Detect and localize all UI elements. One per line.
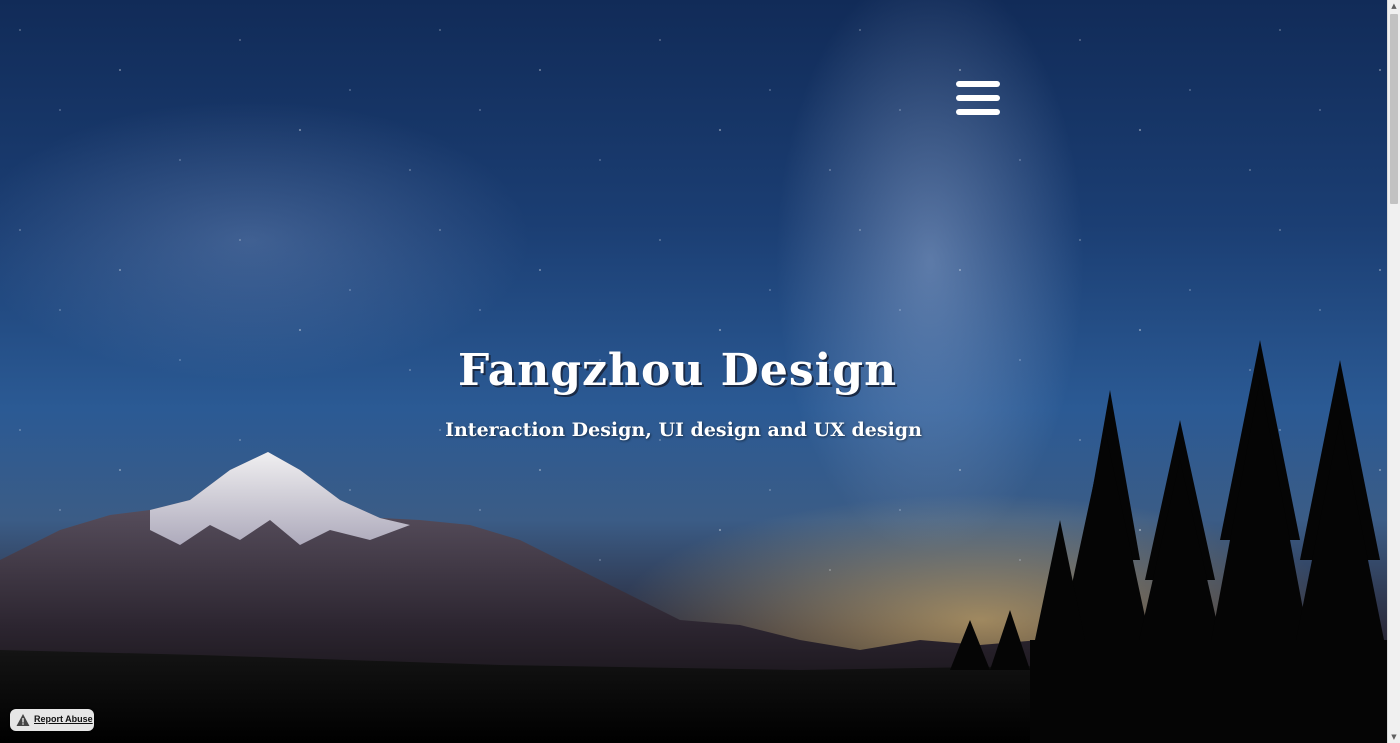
hero-subtitle-text: Interaction Design, UI design and UX des…	[445, 419, 922, 441]
report-abuse-label: Report Abuse	[34, 714, 93, 724]
hamburger-menu-button[interactable]	[953, 78, 1003, 118]
hamburger-menu-icon	[956, 95, 1000, 101]
hero-title: Fangzhou Design	[0, 345, 1387, 396]
vertical-scrollbar[interactable]: ▲ ▼	[1387, 0, 1400, 743]
scroll-up-arrow-icon[interactable]: ▲	[1388, 0, 1400, 12]
hero-subtitle: Interaction Design, UI design and UX des…	[0, 419, 1387, 441]
scroll-down-arrow-icon[interactable]: ▼	[1388, 731, 1400, 743]
hamburger-menu-icon	[956, 109, 1000, 115]
landing-page: Fangzhou Design Interaction Design, UI d…	[0, 0, 1400, 743]
hamburger-menu-icon	[956, 81, 1000, 87]
hero-title-text: Fangzhou Design	[457, 345, 898, 396]
report-abuse-button[interactable]: Report Abuse	[10, 709, 94, 731]
scrollbar-thumb[interactable]	[1390, 14, 1398, 204]
warning-icon	[16, 714, 30, 726]
